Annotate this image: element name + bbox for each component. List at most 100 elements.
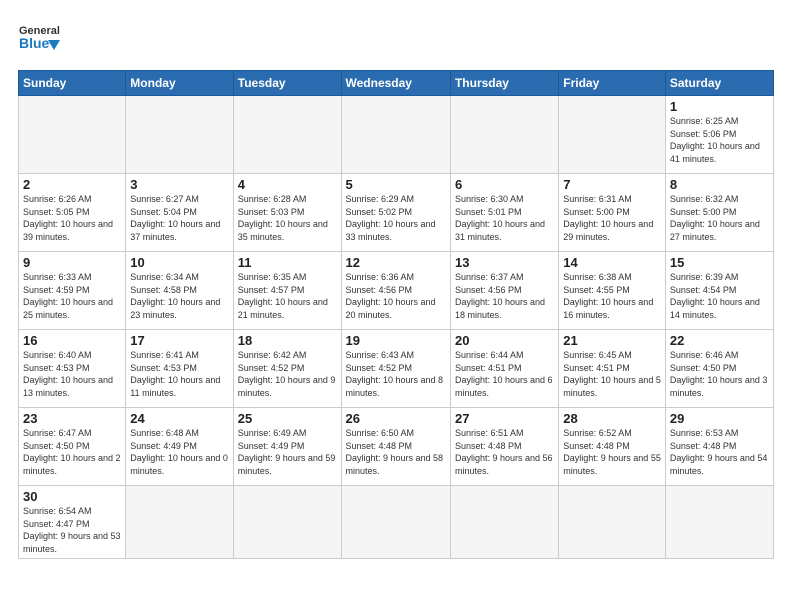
day-number: 6 [455, 177, 554, 192]
calendar-cell: 6Sunrise: 6:30 AM Sunset: 5:01 PM Daylig… [450, 174, 558, 252]
calendar-cell: 14Sunrise: 6:38 AM Sunset: 4:55 PM Dayli… [559, 252, 666, 330]
calendar-cell [341, 96, 450, 174]
calendar-cell [19, 96, 126, 174]
day-info: Sunrise: 6:47 AM Sunset: 4:50 PM Dayligh… [23, 427, 121, 477]
day-info: Sunrise: 6:25 AM Sunset: 5:06 PM Dayligh… [670, 115, 769, 165]
day-number: 29 [670, 411, 769, 426]
day-number: 1 [670, 99, 769, 114]
day-info: Sunrise: 6:26 AM Sunset: 5:05 PM Dayligh… [23, 193, 121, 243]
calendar-cell: 18Sunrise: 6:42 AM Sunset: 4:52 PM Dayli… [233, 330, 341, 408]
day-info: Sunrise: 6:50 AM Sunset: 4:48 PM Dayligh… [346, 427, 446, 477]
day-info: Sunrise: 6:48 AM Sunset: 4:49 PM Dayligh… [130, 427, 228, 477]
calendar-week-3: 9Sunrise: 6:33 AM Sunset: 4:59 PM Daylig… [19, 252, 774, 330]
calendar-cell: 29Sunrise: 6:53 AM Sunset: 4:48 PM Dayli… [665, 408, 773, 486]
day-info: Sunrise: 6:35 AM Sunset: 4:57 PM Dayligh… [238, 271, 337, 321]
day-number: 21 [563, 333, 661, 348]
calendar-week-4: 16Sunrise: 6:40 AM Sunset: 4:53 PM Dayli… [19, 330, 774, 408]
calendar-week-6: 30Sunrise: 6:54 AM Sunset: 4:47 PM Dayli… [19, 486, 774, 559]
calendar-cell [450, 486, 558, 559]
day-info: Sunrise: 6:32 AM Sunset: 5:00 PM Dayligh… [670, 193, 769, 243]
calendar: SundayMondayTuesdayWednesdayThursdayFrid… [18, 70, 774, 559]
day-info: Sunrise: 6:54 AM Sunset: 4:47 PM Dayligh… [23, 505, 121, 555]
day-header-monday: Monday [126, 71, 233, 96]
calendar-cell: 9Sunrise: 6:33 AM Sunset: 4:59 PM Daylig… [19, 252, 126, 330]
svg-text:Blue: Blue [19, 35, 50, 51]
day-info: Sunrise: 6:46 AM Sunset: 4:50 PM Dayligh… [670, 349, 769, 399]
calendar-cell [559, 486, 666, 559]
day-info: Sunrise: 6:27 AM Sunset: 5:04 PM Dayligh… [130, 193, 228, 243]
day-number: 19 [346, 333, 446, 348]
calendar-cell [450, 96, 558, 174]
calendar-cell: 15Sunrise: 6:39 AM Sunset: 4:54 PM Dayli… [665, 252, 773, 330]
day-number: 22 [670, 333, 769, 348]
calendar-cell: 3Sunrise: 6:27 AM Sunset: 5:04 PM Daylig… [126, 174, 233, 252]
calendar-cell: 1Sunrise: 6:25 AM Sunset: 5:06 PM Daylig… [665, 96, 773, 174]
calendar-cell: 28Sunrise: 6:52 AM Sunset: 4:48 PM Dayli… [559, 408, 666, 486]
day-number: 15 [670, 255, 769, 270]
calendar-cell [233, 486, 341, 559]
day-info: Sunrise: 6:31 AM Sunset: 5:00 PM Dayligh… [563, 193, 661, 243]
day-number: 25 [238, 411, 337, 426]
header: General Blue [18, 18, 774, 60]
day-number: 4 [238, 177, 337, 192]
calendar-cell: 27Sunrise: 6:51 AM Sunset: 4:48 PM Dayli… [450, 408, 558, 486]
day-number: 18 [238, 333, 337, 348]
day-info: Sunrise: 6:43 AM Sunset: 4:52 PM Dayligh… [346, 349, 446, 399]
calendar-cell: 13Sunrise: 6:37 AM Sunset: 4:56 PM Dayli… [450, 252, 558, 330]
calendar-cell: 19Sunrise: 6:43 AM Sunset: 4:52 PM Dayli… [341, 330, 450, 408]
calendar-week-1: 1Sunrise: 6:25 AM Sunset: 5:06 PM Daylig… [19, 96, 774, 174]
calendar-cell: 12Sunrise: 6:36 AM Sunset: 4:56 PM Dayli… [341, 252, 450, 330]
day-number: 23 [23, 411, 121, 426]
day-number: 13 [455, 255, 554, 270]
calendar-cell: 8Sunrise: 6:32 AM Sunset: 5:00 PM Daylig… [665, 174, 773, 252]
calendar-cell: 21Sunrise: 6:45 AM Sunset: 4:51 PM Dayli… [559, 330, 666, 408]
calendar-cell: 30Sunrise: 6:54 AM Sunset: 4:47 PM Dayli… [19, 486, 126, 559]
calendar-cell: 2Sunrise: 6:26 AM Sunset: 5:05 PM Daylig… [19, 174, 126, 252]
day-info: Sunrise: 6:38 AM Sunset: 4:55 PM Dayligh… [563, 271, 661, 321]
day-number: 5 [346, 177, 446, 192]
calendar-cell: 20Sunrise: 6:44 AM Sunset: 4:51 PM Dayli… [450, 330, 558, 408]
calendar-cell [233, 96, 341, 174]
calendar-cell: 26Sunrise: 6:50 AM Sunset: 4:48 PM Dayli… [341, 408, 450, 486]
day-number: 7 [563, 177, 661, 192]
day-header-saturday: Saturday [665, 71, 773, 96]
day-info: Sunrise: 6:34 AM Sunset: 4:58 PM Dayligh… [130, 271, 228, 321]
day-number: 16 [23, 333, 121, 348]
calendar-week-5: 23Sunrise: 6:47 AM Sunset: 4:50 PM Dayli… [19, 408, 774, 486]
day-header-sunday: Sunday [19, 71, 126, 96]
calendar-cell: 25Sunrise: 6:49 AM Sunset: 4:49 PM Dayli… [233, 408, 341, 486]
day-header-tuesday: Tuesday [233, 71, 341, 96]
day-number: 20 [455, 333, 554, 348]
day-number: 8 [670, 177, 769, 192]
calendar-cell [126, 96, 233, 174]
day-number: 26 [346, 411, 446, 426]
day-info: Sunrise: 6:45 AM Sunset: 4:51 PM Dayligh… [563, 349, 661, 399]
day-number: 28 [563, 411, 661, 426]
calendar-cell [559, 96, 666, 174]
day-number: 12 [346, 255, 446, 270]
day-info: Sunrise: 6:44 AM Sunset: 4:51 PM Dayligh… [455, 349, 554, 399]
calendar-cell [341, 486, 450, 559]
calendar-cell [126, 486, 233, 559]
day-info: Sunrise: 6:49 AM Sunset: 4:49 PM Dayligh… [238, 427, 337, 477]
day-info: Sunrise: 6:52 AM Sunset: 4:48 PM Dayligh… [563, 427, 661, 477]
day-header-friday: Friday [559, 71, 666, 96]
day-info: Sunrise: 6:51 AM Sunset: 4:48 PM Dayligh… [455, 427, 554, 477]
logo: General Blue [18, 18, 60, 60]
calendar-week-2: 2Sunrise: 6:26 AM Sunset: 5:05 PM Daylig… [19, 174, 774, 252]
day-info: Sunrise: 6:40 AM Sunset: 4:53 PM Dayligh… [23, 349, 121, 399]
day-info: Sunrise: 6:41 AM Sunset: 4:53 PM Dayligh… [130, 349, 228, 399]
day-info: Sunrise: 6:30 AM Sunset: 5:01 PM Dayligh… [455, 193, 554, 243]
calendar-cell: 10Sunrise: 6:34 AM Sunset: 4:58 PM Dayli… [126, 252, 233, 330]
day-info: Sunrise: 6:36 AM Sunset: 4:56 PM Dayligh… [346, 271, 446, 321]
day-info: Sunrise: 6:33 AM Sunset: 4:59 PM Dayligh… [23, 271, 121, 321]
calendar-cell: 11Sunrise: 6:35 AM Sunset: 4:57 PM Dayli… [233, 252, 341, 330]
logo-svg: General Blue [18, 18, 60, 60]
day-number: 10 [130, 255, 228, 270]
calendar-cell: 22Sunrise: 6:46 AM Sunset: 4:50 PM Dayli… [665, 330, 773, 408]
day-info: Sunrise: 6:53 AM Sunset: 4:48 PM Dayligh… [670, 427, 769, 477]
day-info: Sunrise: 6:28 AM Sunset: 5:03 PM Dayligh… [238, 193, 337, 243]
day-info: Sunrise: 6:42 AM Sunset: 4:52 PM Dayligh… [238, 349, 337, 399]
calendar-cell: 24Sunrise: 6:48 AM Sunset: 4:49 PM Dayli… [126, 408, 233, 486]
day-number: 9 [23, 255, 121, 270]
